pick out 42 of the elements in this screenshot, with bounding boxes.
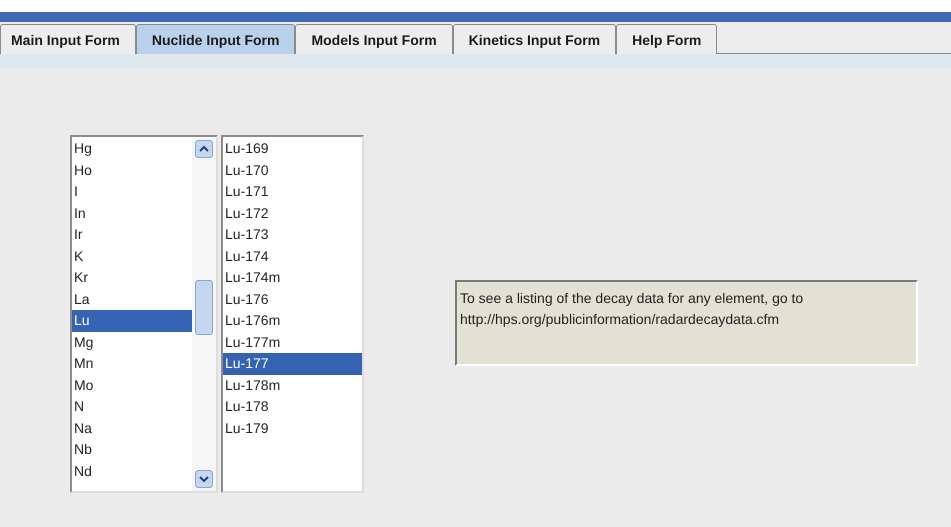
scroll-up-icon[interactable]	[195, 140, 213, 158]
tab[interactable]: Kinetics Input Form	[452, 24, 616, 54]
element-list[interactable]: Hg Ho I In Ir K Kr La Lu Mg Mn Mo N Na Nb Nd	[70, 135, 218, 493]
list-item[interactable]: Kr	[72, 267, 192, 288]
list-item[interactable]: N	[72, 396, 192, 418]
list-item[interactable]: Lu-178	[223, 396, 362, 418]
tab[interactable]: Help Form	[616, 24, 718, 54]
list-item[interactable]: Lu-173	[223, 224, 362, 246]
list-item[interactable]: Lu-171	[223, 181, 362, 202]
list-item[interactable]: Ir	[72, 224, 192, 246]
list-item[interactable]: Ho	[72, 160, 192, 181]
list-item[interactable]: Lu-179	[223, 418, 362, 439]
list-item[interactable]: Lu-176	[223, 288, 362, 310]
list-item[interactable]: Nb	[72, 439, 192, 460]
list-item[interactable]: Lu-178m	[223, 374, 362, 396]
list-item[interactable]: Lu-176m	[223, 310, 362, 332]
list-item[interactable]: Na	[72, 418, 192, 439]
list-item[interactable]: Lu-170	[223, 160, 362, 181]
list-item[interactable]: Mn	[72, 353, 192, 374]
list-item[interactable]: Mo	[72, 374, 192, 396]
list-item[interactable]: Lu-169	[223, 138, 362, 160]
tab[interactable]: Models Input Form	[295, 24, 453, 54]
list-item[interactable]: I	[72, 181, 192, 202]
info-text-area[interactable]: To see a listing of the decay data for any element, go to http://hps.org/publicinformation/radardecaydata.cfm	[455, 280, 918, 366]
list-item[interactable]: Lu-174m	[223, 267, 362, 288]
list-item[interactable]: Mg	[72, 332, 192, 353]
list-item[interactable]: Lu	[72, 310, 192, 332]
tab[interactable]: Main Input Form	[0, 24, 136, 54]
list-item[interactable]: Lu-174	[223, 246, 362, 267]
list-item[interactable]: La	[72, 288, 192, 310]
list-item[interactable]: Hg	[72, 138, 192, 160]
tab[interactable]: Nuclide Input Form	[136, 24, 296, 54]
scroll-down-icon[interactable]	[195, 470, 213, 488]
list-item[interactable]: Lu-172	[223, 202, 362, 224]
list-item[interactable]: In	[72, 202, 192, 224]
list-item[interactable]: Lu-177m	[223, 332, 362, 353]
scrollbar[interactable]	[192, 137, 216, 491]
scroll-thumb[interactable]	[195, 280, 213, 335]
list-item[interactable]: Nd	[72, 460, 192, 482]
list-item[interactable]: K	[72, 246, 192, 267]
nuclide-list[interactable]: Lu-169 Lu-170 Lu-171 Lu-172 Lu-173 Lu-174 Lu-174m Lu-176 Lu-176m Lu-177m Lu-177 Lu-178m Lu-178 Lu-179	[221, 135, 364, 493]
list-item[interactable]: Lu-177	[223, 353, 362, 374]
